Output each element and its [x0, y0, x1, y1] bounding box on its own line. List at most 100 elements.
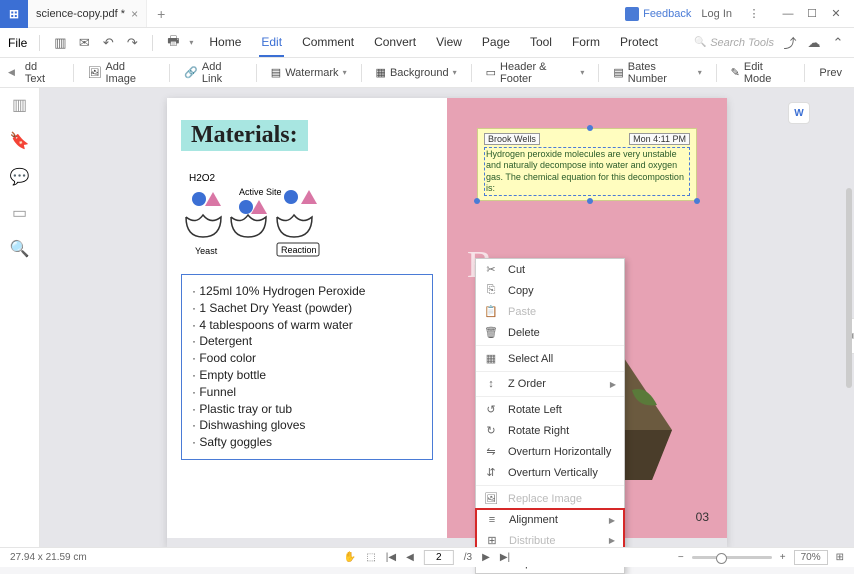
- flip-h-icon: ⇋: [484, 445, 498, 458]
- add-text-button[interactable]: dd Text: [21, 61, 63, 85]
- rotate-left-icon: ↺: [484, 403, 498, 416]
- flip-v-icon: ⇵: [484, 466, 498, 479]
- sticky-note[interactable]: Brook Wells Mon 4:11 PM Hydrogen peroxid…: [477, 128, 697, 201]
- page-left: Materials: H2O2 Active Site Yeast Reacti…: [167, 98, 447, 538]
- file-menu[interactable]: File: [8, 36, 27, 50]
- close-button[interactable]: ✕: [824, 2, 848, 26]
- page-input[interactable]: [424, 550, 454, 565]
- first-page-icon[interactable]: |◀: [386, 552, 396, 563]
- left-sidebar: ▥ 🔖 💬 ▭ 🔍: [0, 88, 40, 547]
- fit-page-icon[interactable]: ⊞: [836, 552, 844, 563]
- list-item: Funnel: [192, 384, 422, 401]
- watermark-button[interactable]: ▤Watermark▾: [267, 66, 351, 79]
- cm-paste: 📋Paste: [476, 301, 624, 322]
- list-item: Detergent: [192, 333, 422, 350]
- collapse-ribbon-icon[interactable]: ⌃: [830, 35, 846, 51]
- minimize-button[interactable]: —: [776, 2, 800, 26]
- last-page-icon[interactable]: ▶|: [500, 552, 510, 563]
- cloud-icon[interactable]: ☁: [806, 35, 822, 51]
- nav-left-icon[interactable]: ◀: [8, 67, 15, 78]
- cm-delete[interactable]: 🗑Delete: [476, 322, 624, 343]
- reaction-label: Reaction: [281, 245, 317, 255]
- redo-icon[interactable]: ↷: [124, 35, 140, 51]
- cm-copy[interactable]: ⎘Copy: [476, 280, 624, 301]
- materials-list: 125ml 10% Hydrogen Peroxide 1 Sachet Dry…: [181, 274, 433, 460]
- active-site-label: Active Site: [239, 187, 282, 197]
- z-order-icon: ↕: [484, 378, 498, 390]
- tab-form[interactable]: Form: [570, 29, 602, 57]
- tab-page[interactable]: Page: [480, 29, 512, 57]
- cm-rotate-right[interactable]: ↻Rotate Right: [476, 420, 624, 441]
- open-icon[interactable]: ▥: [52, 35, 68, 51]
- cm-overturn-v[interactable]: ⇵Overturn Vertically: [476, 462, 624, 483]
- sticky-author: Brook Wells: [484, 133, 540, 145]
- tab-close-icon[interactable]: ×: [131, 7, 138, 21]
- feedback-icon: [625, 7, 639, 21]
- alignment-icon: ≡: [485, 514, 499, 526]
- background-icon: ▦: [376, 66, 386, 79]
- edit-mode-button[interactable]: ✎Edit Mode: [727, 61, 795, 85]
- tab-view[interactable]: View: [434, 29, 464, 57]
- bates-number-button[interactable]: ▤Bates Number▾: [609, 61, 705, 85]
- bookmarks-icon[interactable]: 🔖: [11, 132, 29, 150]
- search-tools-input[interactable]: Search Tools: [694, 37, 774, 49]
- feedback-button[interactable]: Feedback: [625, 7, 691, 21]
- comments-icon[interactable]: 💬: [11, 168, 29, 186]
- add-link-button[interactable]: 🔗Add Link: [180, 61, 246, 85]
- materials-heading: Materials:: [181, 120, 308, 151]
- zoom-slider[interactable]: [692, 556, 772, 559]
- login-button[interactable]: Log In: [701, 8, 732, 20]
- image-icon: 🖼: [87, 66, 101, 79]
- list-item: 4 tablespoons of warm water: [192, 317, 422, 334]
- page-total: /3: [464, 552, 472, 563]
- tab-protect[interactable]: Protect: [618, 29, 660, 57]
- word-export-icon[interactable]: W: [788, 102, 810, 124]
- watermark-icon: ▤: [271, 66, 281, 79]
- menu-dots-icon[interactable]: ⋮: [742, 2, 766, 26]
- context-menu: ✂Cut ⎘Copy 📋Paste 🗑Delete ▦Select All ↕Z…: [475, 258, 625, 574]
- header-footer-icon: ▭: [486, 66, 496, 79]
- tab-convert[interactable]: Convert: [372, 29, 418, 57]
- vertical-scrollbar[interactable]: [846, 188, 852, 388]
- zoom-in-icon[interactable]: +: [780, 552, 786, 563]
- share-icon[interactable]: ⤴: [782, 35, 798, 51]
- next-page-icon[interactable]: ▶: [482, 552, 490, 563]
- prev-button[interactable]: Prev: [815, 67, 846, 79]
- cm-overturn-h[interactable]: ⇋Overturn Horizontally: [476, 441, 624, 462]
- cm-cut[interactable]: ✂Cut: [476, 259, 624, 280]
- maximize-button[interactable]: ☐: [800, 2, 824, 26]
- tab-add-button[interactable]: +: [147, 6, 175, 22]
- print-icon[interactable]: 🖶: [165, 35, 181, 51]
- edit-mode-icon: ✎: [731, 66, 740, 79]
- bates-icon: ▤: [613, 66, 623, 79]
- rotate-right-icon: ↻: [484, 424, 498, 437]
- tab-tool[interactable]: Tool: [528, 29, 554, 57]
- page-number: 03: [696, 510, 709, 524]
- cm-select-all[interactable]: ▦Select All: [476, 348, 624, 369]
- cm-alignment[interactable]: ≡Alignment▶: [477, 510, 623, 530]
- mail-icon[interactable]: ✉: [76, 35, 92, 51]
- distribute-icon: ⊞: [485, 534, 499, 547]
- cm-rotate-left[interactable]: ↺Rotate Left: [476, 399, 624, 420]
- add-image-button[interactable]: 🖼Add Image: [83, 61, 159, 85]
- zoom-out-icon[interactable]: −: [678, 552, 684, 563]
- search-icon[interactable]: 🔍: [11, 240, 29, 258]
- prev-page-icon[interactable]: ◀: [406, 552, 414, 563]
- thumbnails-icon[interactable]: ▥: [11, 96, 29, 114]
- tab-comment[interactable]: Comment: [300, 29, 356, 57]
- document-canvas[interactable]: Materials: H2O2 Active Site Yeast Reacti…: [40, 88, 854, 547]
- cm-z-order[interactable]: ↕Z Order▶: [476, 374, 624, 394]
- document-tab[interactable]: science-copy.pdf * ×: [28, 0, 147, 27]
- tab-edit[interactable]: Edit: [259, 29, 284, 57]
- app-icon: ⊞: [0, 0, 28, 28]
- paste-icon: 📋: [484, 305, 498, 318]
- header-footer-button[interactable]: ▭Header & Footer▾: [482, 61, 589, 85]
- attachments-icon[interactable]: ▭: [11, 204, 29, 222]
- titlebar: ⊞ science-copy.pdf * × + Feedback Log In…: [0, 0, 854, 28]
- background-button[interactable]: ▦Background▾: [372, 66, 461, 79]
- cut-icon: ✂: [484, 263, 498, 276]
- select-tool-icon[interactable]: ⬚: [366, 552, 375, 563]
- undo-icon[interactable]: ↶: [100, 35, 116, 51]
- hand-tool-icon[interactable]: ✋: [344, 552, 356, 563]
- tab-home[interactable]: Home: [207, 29, 243, 57]
